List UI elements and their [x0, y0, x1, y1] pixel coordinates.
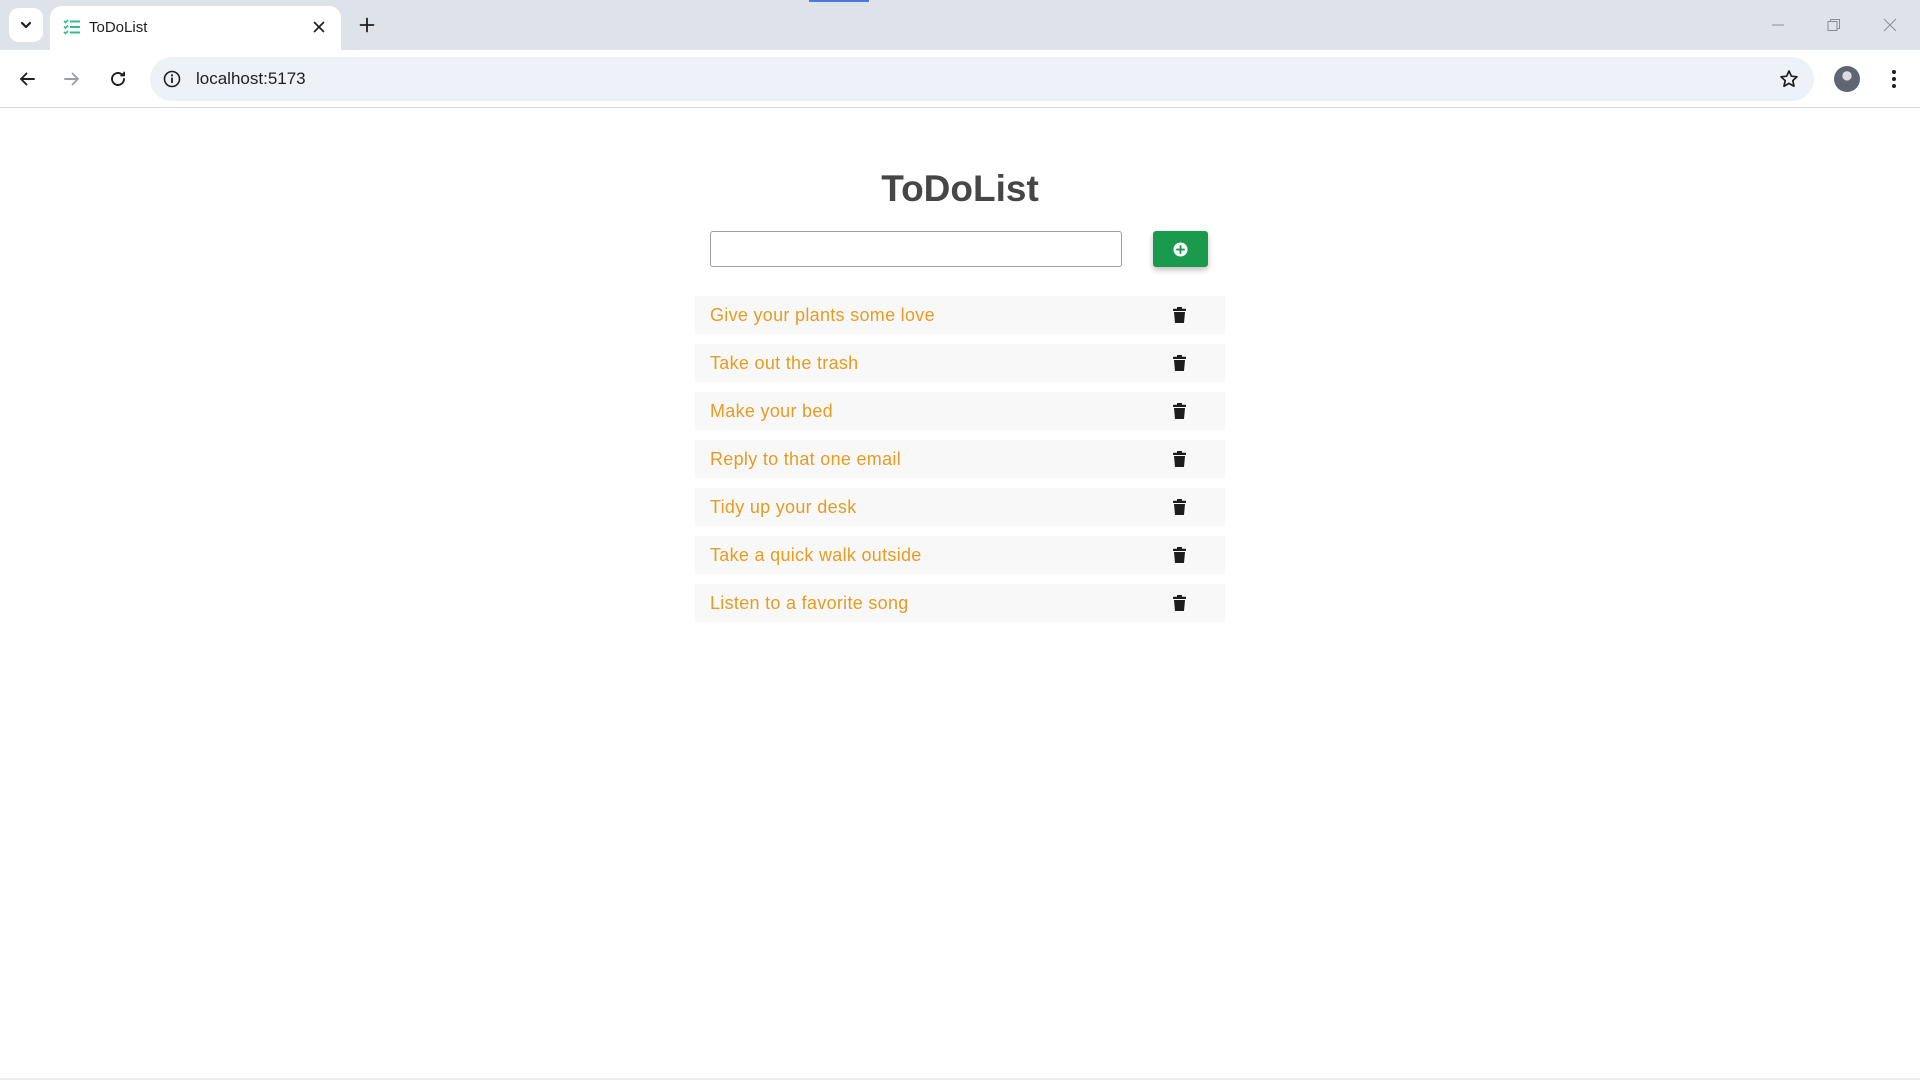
browser-tab-active[interactable]: ToDoList: [50, 6, 341, 50]
todo-item: Listen to a favorite song: [695, 584, 1225, 622]
delete-todo-button[interactable]: [1171, 306, 1187, 324]
trash-icon: [1172, 355, 1186, 371]
address-bar[interactable]: localhost:5173: [150, 57, 1814, 101]
delete-todo-button[interactable]: [1171, 498, 1187, 516]
site-info-icon[interactable]: [162, 69, 182, 89]
delete-todo-button[interactable]: [1171, 594, 1187, 612]
new-task-input[interactable]: [710, 231, 1122, 267]
add-task-button[interactable]: [1153, 231, 1208, 267]
reload-icon: [111, 71, 125, 86]
trash-icon: [1172, 451, 1186, 467]
trash-icon: [1172, 307, 1186, 323]
restore-icon: [1827, 19, 1840, 31]
tab-loading-indicator: [809, 0, 869, 2]
tab-title: ToDoList: [89, 19, 148, 36]
trash-icon: [1172, 595, 1186, 611]
plus-circle-icon: [1173, 241, 1188, 257]
todo-item: Give your plants some love: [695, 296, 1225, 334]
tab-close-button[interactable]: [309, 17, 329, 37]
address-url[interactable]: localhost:5173: [196, 69, 306, 89]
restore-button[interactable]: [1806, 0, 1862, 50]
close-icon: [1883, 18, 1897, 32]
more-vertical-icon: [1892, 70, 1896, 88]
todo-text[interactable]: Give your plants some love: [710, 305, 935, 326]
todo-text[interactable]: Take a quick walk outside: [710, 545, 922, 566]
close-window-button[interactable]: [1862, 0, 1918, 50]
arrow-right-icon: [64, 72, 79, 86]
todo-text[interactable]: Tidy up your desk: [710, 497, 857, 518]
todo-text[interactable]: Make your bed: [710, 401, 833, 422]
todo-text[interactable]: Reply to that one email: [710, 449, 901, 470]
plus-icon: [359, 17, 375, 33]
todo-item: Make your bed: [695, 392, 1225, 430]
todo-item: Take out the trash: [695, 344, 1225, 382]
back-button[interactable]: [9, 61, 45, 97]
todo-list: Give your plants some love Take out the …: [695, 296, 1225, 632]
minimize-button[interactable]: [1750, 0, 1806, 50]
todo-item: Take a quick walk outside: [695, 536, 1225, 574]
forward-button[interactable]: [54, 61, 90, 97]
new-tab-button[interactable]: [353, 11, 381, 39]
delete-todo-button[interactable]: [1171, 402, 1187, 420]
bookmark-star-button[interactable]: [1778, 68, 1800, 90]
trash-icon: [1172, 403, 1186, 419]
close-icon: [313, 21, 325, 33]
todo-text[interactable]: Listen to a favorite song: [710, 593, 909, 614]
tab-search-button[interactable]: [9, 8, 43, 42]
page-title: ToDoList: [881, 168, 1039, 209]
page-viewport: ToDoList Give your plants some love Take…: [0, 108, 1920, 1080]
star-icon: [1780, 70, 1798, 88]
todo-text[interactable]: Take out the trash: [710, 353, 859, 374]
delete-todo-button[interactable]: [1171, 546, 1187, 564]
trash-icon: [1172, 499, 1186, 515]
browser-menu-button[interactable]: [1880, 63, 1908, 95]
todo-item: Tidy up your desk: [695, 488, 1225, 526]
trash-icon: [1172, 547, 1186, 563]
arrow-left-icon: [20, 72, 35, 86]
minimize-icon: [1772, 24, 1784, 26]
profile-avatar[interactable]: [1834, 66, 1860, 92]
todo-item: Reply to that one email: [695, 440, 1225, 478]
chevron-down-icon: [20, 21, 32, 29]
browser-toolbar: localhost:5173: [0, 50, 1920, 108]
reload-button[interactable]: [100, 61, 136, 97]
browser-tabstrip: ToDoList: [0, 0, 1920, 50]
delete-todo-button[interactable]: [1171, 354, 1187, 372]
delete-todo-button[interactable]: [1171, 450, 1187, 468]
checklist-icon: [63, 19, 80, 35]
